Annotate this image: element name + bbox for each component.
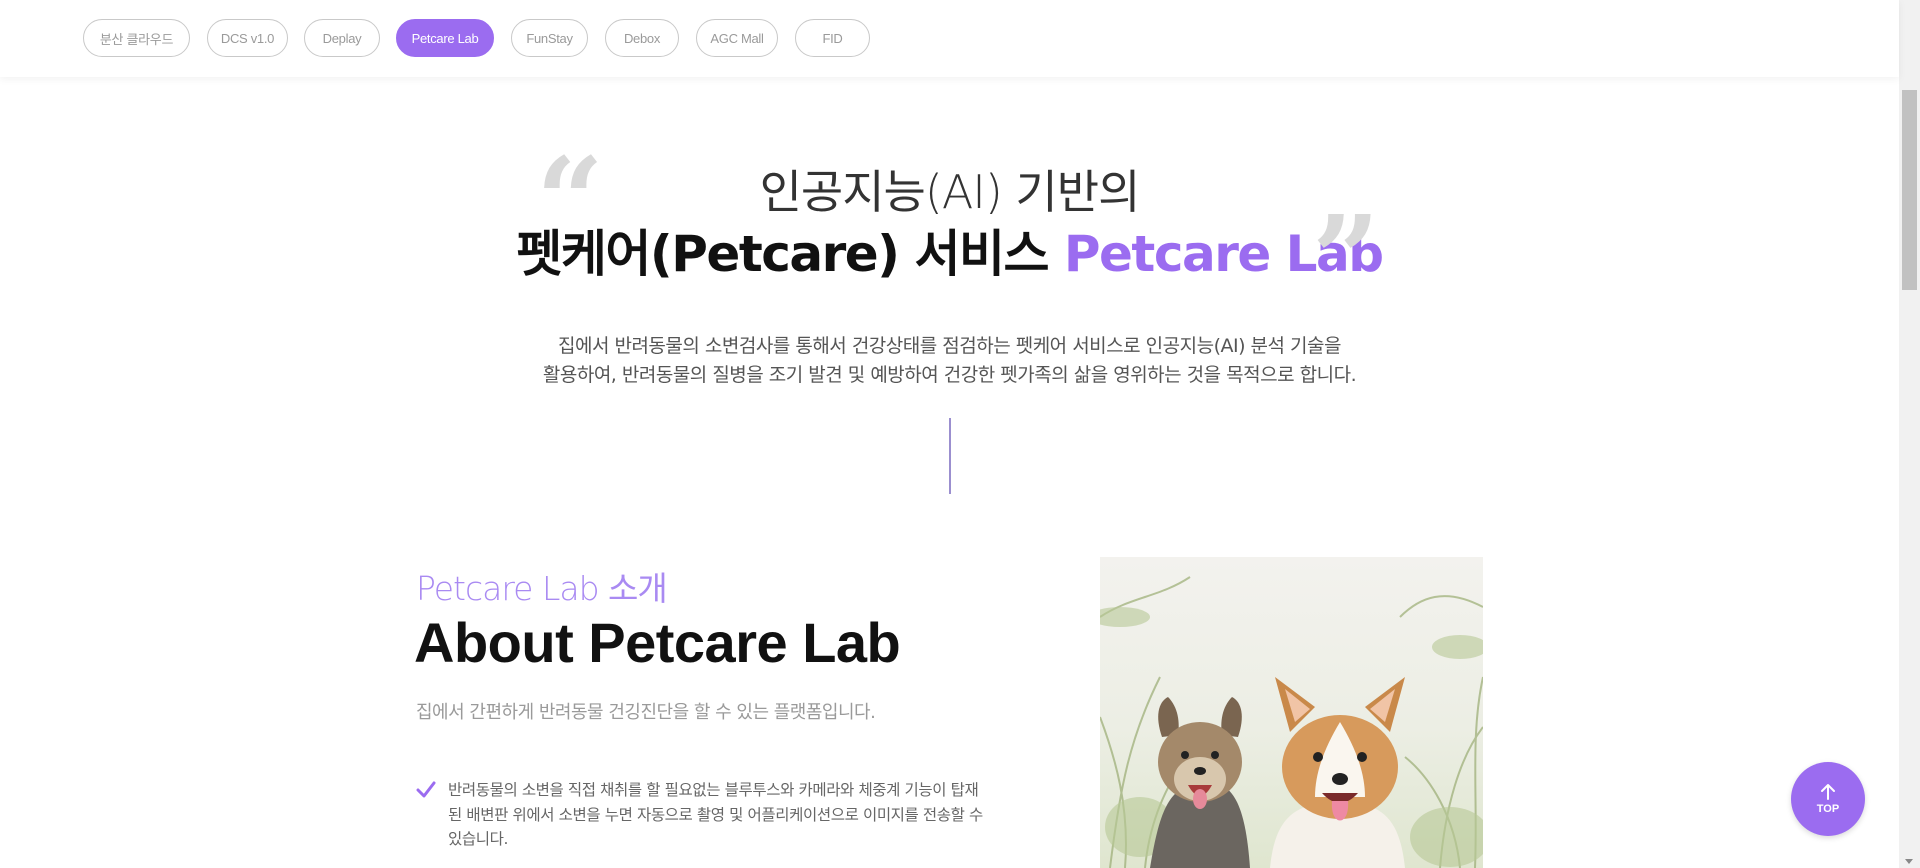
page-scrollbar[interactable] (1899, 0, 1920, 868)
about-subtitle: 집에서 간편하게 반려동물 건깅진단을 할 수 있는 플랫폼입니다. (416, 702, 876, 723)
tab-debox[interactable]: Debox (605, 19, 679, 57)
check-icon (416, 781, 436, 798)
hero-title-main: 펫케어(Petcare) 서비스 (516, 225, 1064, 283)
vertical-divider (949, 418, 951, 494)
tab-petcare-lab[interactable]: Petcare Lab (396, 19, 494, 57)
tab-funstay[interactable]: FunStay (511, 19, 588, 57)
about-title: About Petcare Lab (414, 611, 901, 674)
scroll-to-top-button[interactable]: TOP (1791, 762, 1865, 836)
project-tab-bar: 분산 클라우드 DCS v1.0 Deplay Petcare Lab FunS… (0, 0, 1899, 77)
tab-fid[interactable]: FID (795, 19, 870, 57)
tab-dcs[interactable]: DCS v1.0 (207, 19, 288, 57)
arrow-up-icon (1821, 784, 1835, 800)
scroll-down-arrow-icon[interactable] (1905, 859, 1913, 864)
tab-deplay[interactable]: Deplay (304, 19, 380, 57)
feature-text: 반려동물의 소변을 직접 채취를 할 필요없는 블루투스와 카메라와 체중계 기… (448, 781, 983, 848)
tab-agc-mall[interactable]: AGC Mall (696, 19, 778, 57)
hero-title-line2: 펫케어(Petcare) 서비스 Petcare Lab (0, 214, 1899, 286)
hero-description: 집에서 반려동물의 소변검사를 통해서 건강상태를 점검하는 펫케어 서비스로 … (0, 332, 1899, 390)
hero-title-line1: 인공지능(AI) 기반의 (759, 165, 1141, 219)
close-quote-mark: ” (1312, 189, 1380, 328)
dogs-photo (1100, 557, 1483, 868)
about-eyebrow: Petcare Lab 소개 (416, 569, 668, 608)
hero-description-line2: 활용하여, 반려동물의 질병을 조기 발견 및 예방하여 건강한 펫가족의 삶을… (542, 364, 1357, 386)
hero-description-line1: 집에서 반려동물의 소변검사를 통해서 건강상태를 점검하는 펫케어 서비스로 … (557, 335, 1342, 357)
top-button-label: TOP (1816, 803, 1840, 815)
tab-distributed-cloud[interactable]: 분산 클라우드 (83, 19, 190, 57)
scrollbar-thumb[interactable] (1902, 90, 1917, 290)
